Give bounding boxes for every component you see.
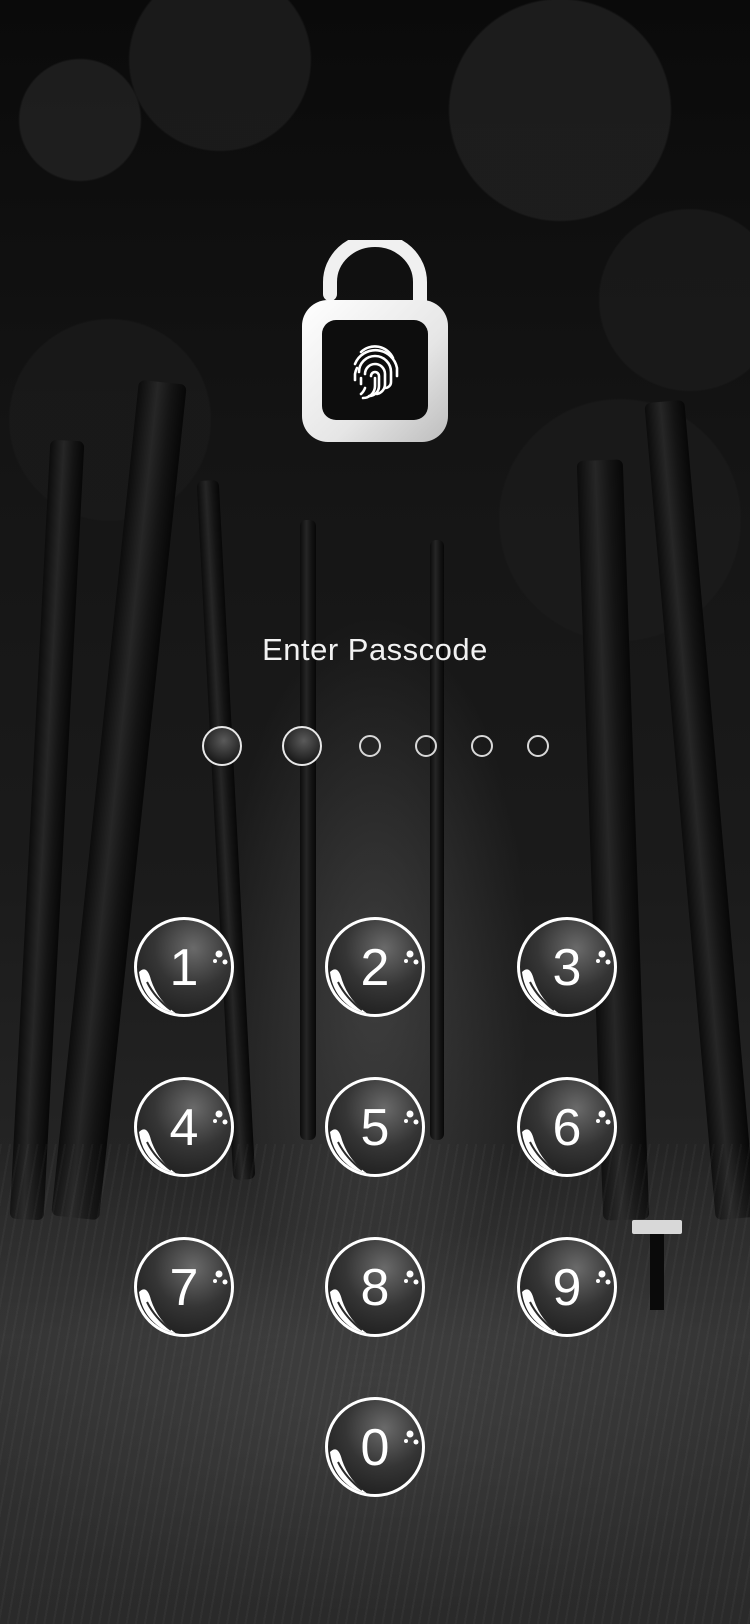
forest-path [0,1144,750,1624]
key-digit: 5 [360,1099,390,1157]
tree-trunk [300,520,316,1140]
key-digit: 4 [169,1099,199,1157]
keypad-key-9[interactable]: 9 [517,1237,617,1337]
keypad-key-1[interactable]: 1 [134,917,234,1017]
passcode-dot-filled [282,726,322,766]
keypad-key-2[interactable]: 2 [325,917,425,1017]
key-digit: 7 [169,1259,199,1317]
key-digit: 0 [360,1419,390,1477]
keypad-key-3[interactable]: 3 [517,917,617,1017]
keypad-key-0[interactable]: 0 [325,1397,425,1497]
key-digit: 3 [552,939,582,997]
key-digit: 6 [552,1099,582,1157]
enter-passcode-label: Enter Passcode [262,632,488,667]
passcode-dot-empty [359,735,381,757]
passcode-dot-empty [527,735,549,757]
key-digit: 9 [552,1259,582,1317]
keypad-key-5[interactable]: 5 [325,1077,425,1177]
keypad-key-4[interactable]: 4 [134,1077,234,1177]
passcode-dot-filled [202,726,242,766]
padlock-fingerprint-icon [302,233,448,445]
keypad-key-6[interactable]: 6 [517,1077,617,1177]
keypad-key-7[interactable]: 7 [134,1237,234,1337]
key-digit: 1 [169,939,199,997]
key-digit: 8 [360,1259,390,1317]
passcode-dot-empty [471,735,493,757]
keypad-key-8[interactable]: 8 [325,1237,425,1337]
sign-board [632,1220,682,1234]
passcode-dot-empty [415,735,437,757]
key-digit: 2 [360,939,390,997]
lock-screen: Enter Passcode 1 2 3 4 5 6 7 8 9 0 [0,0,750,1624]
tree-trunk [430,540,444,1140]
